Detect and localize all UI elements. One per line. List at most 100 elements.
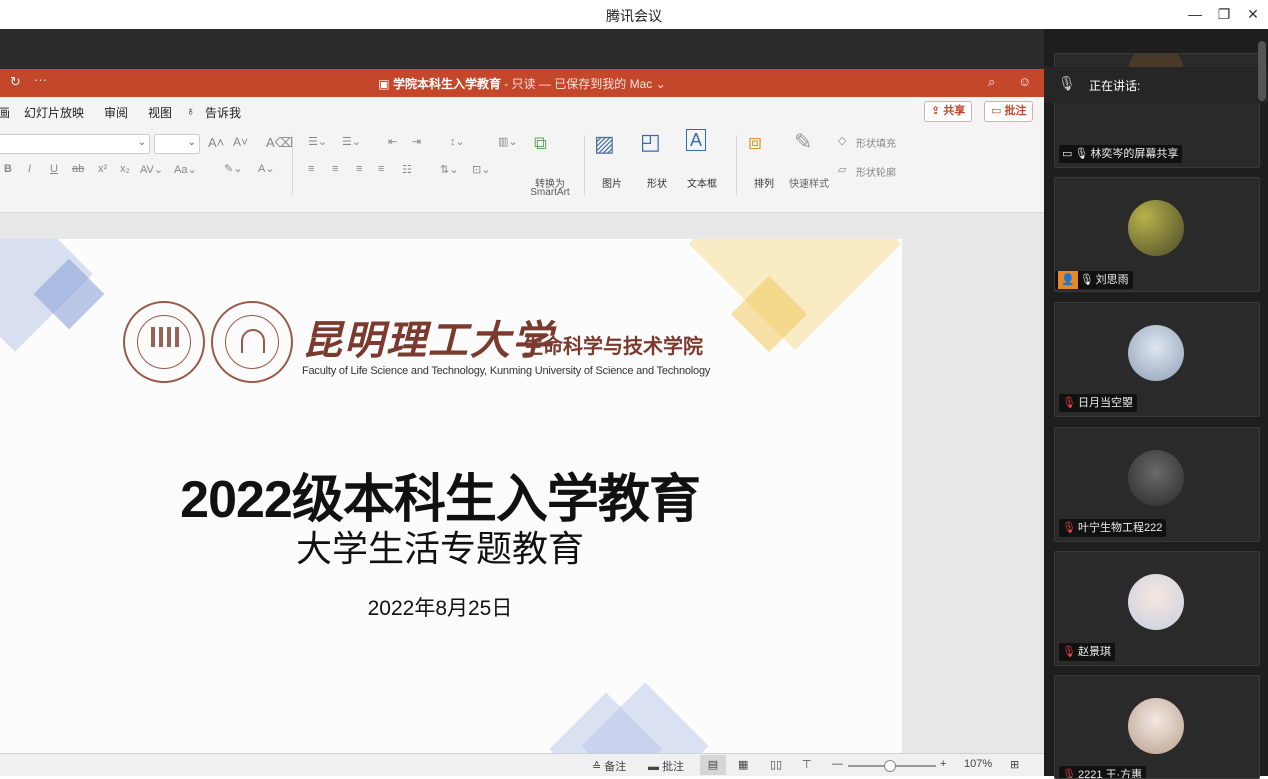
zoom-slider[interactable]: [848, 760, 936, 772]
justify-icon[interactable]: ≡: [378, 163, 384, 175]
columns-icon[interactable]: ▥⌄: [498, 135, 518, 148]
account-icon[interactable]: ☺: [1018, 74, 1031, 89]
normal-view-icon[interactable]: ▤: [700, 755, 726, 775]
font-shrink-icon[interactable]: A˅: [233, 135, 248, 149]
notes-label: 备注: [604, 761, 627, 773]
ppt-ribbon: ⌄ ⌄ A˄ A˅ A⌫ B I U ab x² x₂ AV⌄ Aa⌄ ✎⌄ A…: [0, 125, 1044, 213]
comment-icon: ▬: [648, 761, 663, 773]
participant-name-tag: 🎙 赵景琪: [1059, 643, 1115, 661]
university-seal: [123, 301, 205, 383]
shape-fill-icon[interactable]: ◇: [838, 134, 846, 147]
menu-draw[interactable]: 画: [0, 104, 10, 121]
arrange-icon[interactable]: ⧈: [748, 129, 762, 155]
zoom-out-icon[interactable]: —: [832, 758, 843, 770]
picture-label: 图片: [602, 179, 622, 190]
bold-icon[interactable]: B: [4, 163, 12, 175]
chevron-down-icon[interactable]: ⌄: [652, 77, 666, 91]
line-spacing-icon[interactable]: ↕⌄: [450, 135, 465, 148]
decor-diamond: [688, 239, 902, 351]
zoom-slider-handle[interactable]: [884, 760, 896, 772]
panel-scrollbar[interactable]: [1258, 41, 1266, 101]
align-text-icon[interactable]: ⊡⌄: [472, 163, 490, 176]
convert-label-2: SmartArt: [530, 187, 570, 198]
reading-view-icon[interactable]: ▯▯: [770, 758, 782, 771]
restore-button[interactable]: ❐: [1213, 4, 1235, 24]
minimize-button[interactable]: —: [1184, 4, 1206, 24]
screen-share-icon: ▭: [1062, 148, 1073, 160]
indent-icon[interactable]: ⇥: [412, 135, 421, 148]
participant-name: 2221 王·方惠: [1077, 769, 1143, 779]
italic-icon[interactable]: I: [28, 163, 31, 175]
close-button[interactable]: ✕: [1242, 4, 1264, 24]
smartart-icon[interactable]: ⧉: [534, 133, 547, 154]
slideshow-icon[interactable]: ⊤: [802, 758, 812, 771]
participant-tile[interactable]: 🎙 叶宁生物工程222: [1054, 427, 1260, 542]
clear-format-icon[interactable]: A⌫: [266, 135, 293, 151]
textbox-icon[interactable]: A: [686, 129, 707, 151]
quick-style-icon[interactable]: ✎: [794, 129, 812, 155]
avatar: [1128, 325, 1184, 381]
zoom-level[interactable]: 107%: [964, 758, 992, 770]
comments-status-button[interactable]: ▬ 批注: [648, 758, 684, 774]
align-right-icon[interactable]: ≡: [356, 163, 362, 175]
font-grow-icon[interactable]: A˄: [208, 135, 224, 150]
zoom-in-icon[interactable]: +: [940, 758, 946, 770]
notes-button[interactable]: ≙ 备注: [592, 758, 626, 774]
participant-tile[interactable]: 👤 🎙 刘思雨: [1054, 177, 1260, 292]
outdent-icon[interactable]: ⇤: [388, 135, 397, 148]
quick-style-label: 快速样式: [789, 179, 829, 190]
picture-icon[interactable]: ▨: [594, 131, 615, 157]
notes-icon: ≙: [592, 761, 605, 773]
slide-subtitle: 大学生活专题教育: [295, 528, 584, 569]
search-icon[interactable]: ⌕: [988, 74, 995, 90]
window-title: 腾讯会议: [606, 8, 662, 24]
speaking-label: 正在讲话:: [1089, 79, 1141, 93]
char-spacing-icon[interactable]: AV⌄: [140, 163, 163, 176]
arrange-label: 排列: [754, 179, 774, 190]
participant-name-tag: 🎙 2221 王·方惠: [1059, 766, 1147, 779]
subscript-icon[interactable]: x₂: [120, 163, 130, 175]
slide[interactable]: 昆明理工大学 生命科学与技术学院 Faculty of Life Science…: [0, 239, 902, 757]
lightbulb-icon: ♁: [186, 104, 195, 118]
participant-name: 叶宁生物工程222: [1077, 522, 1163, 534]
font-name-select[interactable]: ⌄: [0, 134, 150, 154]
participant-tile[interactable]: 🎙 日月当空曌: [1054, 302, 1260, 417]
highlight-icon[interactable]: ✎⌄: [224, 162, 242, 175]
menu-review[interactable]: 审阅: [104, 104, 128, 121]
avatar: [1128, 200, 1184, 256]
comments-status-label: 批注: [662, 761, 685, 773]
bullets-icon[interactable]: ☰⌄: [308, 135, 327, 148]
participant-name-tag: ▭ 🎙 林奕岑的屏幕共享: [1059, 145, 1183, 163]
participant-tile[interactable]: 🎙 2221 王·方惠: [1054, 675, 1260, 779]
text-direction-icon[interactable]: ⇅⌄: [440, 163, 458, 176]
participant-name: 日月当空曌: [1077, 397, 1133, 409]
shape-fill-label[interactable]: 形状填充: [856, 135, 896, 150]
font-size-select[interactable]: ⌄: [154, 134, 200, 154]
college-seal: [211, 301, 293, 383]
chevron-down-icon: ⌄: [137, 137, 146, 148]
shape-outline-icon[interactable]: ▱: [838, 163, 846, 176]
avatar: [1128, 574, 1184, 630]
menu-view[interactable]: 视图: [148, 104, 172, 121]
participants-panel: ▭ 🎙 林奕岑的屏幕共享 🎙 正在讲话: 👤 🎙 刘思雨 🎙 日月当空曌 🎙 叶宁生物工程2…: [1044, 29, 1268, 779]
slide-sorter-icon[interactable]: ▦: [738, 758, 748, 771]
strikethrough-icon[interactable]: ab: [72, 163, 84, 175]
ppt-doc-status: - 只读 — 已保存到我的 Mac: [500, 77, 653, 91]
share-icon: ⇪: [931, 105, 944, 117]
change-case-icon[interactable]: Aa⌄: [174, 163, 197, 176]
share-button[interactable]: ⇪ 共享: [924, 101, 973, 122]
participant-tile[interactable]: 🎙 赵景琪: [1054, 551, 1260, 666]
align-center-icon[interactable]: ≡: [332, 163, 338, 175]
comment-button[interactable]: ▭ 批注: [984, 101, 1034, 122]
shape-outline-label[interactable]: 形状轮廓: [856, 164, 896, 179]
font-color-icon[interactable]: A⌄: [258, 162, 275, 175]
align-left-icon[interactable]: ≡: [308, 163, 314, 175]
fit-slide-icon[interactable]: ⊞: [1010, 758, 1019, 771]
menu-slideshow[interactable]: 幻灯片放映: [24, 104, 84, 121]
menu-tell-me[interactable]: 告诉我: [205, 104, 241, 121]
superscript-icon[interactable]: x²: [98, 163, 107, 175]
distributed-icon[interactable]: ☷: [402, 163, 412, 176]
numbering-icon[interactable]: ☰⌄: [342, 135, 361, 148]
underline-icon[interactable]: U: [50, 163, 58, 175]
shape-icon[interactable]: ◰: [640, 129, 661, 155]
